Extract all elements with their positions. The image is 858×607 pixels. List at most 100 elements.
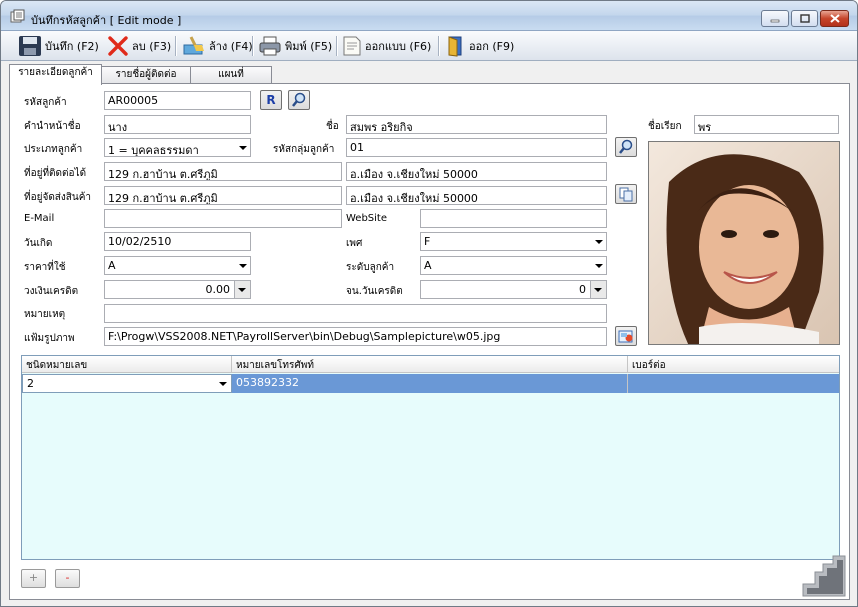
price-select[interactable]: A — [104, 256, 251, 275]
phone-grid: ชนิดหมายเลข หมายเลขโทรศัพท์ เบอร์ต่อ 2 0… — [21, 355, 840, 560]
customer-code-field[interactable]: AR00005 — [104, 91, 251, 110]
form-design-icon — [343, 36, 361, 56]
credit-limit-field[interactable]: 0.00 — [104, 280, 251, 299]
customer-level-label: ระดับลูกค้า — [346, 262, 395, 273]
design-label: ออกแบบ (F6) — [365, 40, 432, 53]
customer-type-select[interactable]: 1 = บุคคลธรรมดา — [104, 138, 251, 157]
credit-days-dropdown-button[interactable] — [590, 281, 606, 298]
phone-number-cell[interactable]: 053892332 — [232, 374, 628, 393]
column-header-extension[interactable]: เบอร์ต่อ — [628, 356, 839, 373]
photo-file-field[interactable]: F:\Progw\VSS2008.NET\PayrollServer\bin\D… — [104, 327, 607, 346]
customer-group-field[interactable]: 01 — [346, 138, 607, 157]
chevron-down-icon — [594, 288, 602, 292]
save-button[interactable]: บันทึก (F2) — [18, 34, 99, 58]
number-type-value: 2 — [27, 377, 34, 390]
phone-grid-header: ชนิดหมายเลข หมายเลขโทรศัพท์ เบอร์ต่อ — [22, 356, 839, 373]
chevron-down-icon — [595, 240, 603, 244]
table-row[interactable]: 2 053892332 — [22, 374, 839, 393]
clear-button[interactable]: ล้าง (F4) — [182, 34, 253, 58]
tab-contacts[interactable]: รายชื่อผู้ติดต่อ — [101, 66, 191, 84]
floppy-disk-icon — [19, 36, 41, 56]
chevron-down-icon — [238, 288, 246, 292]
birthdate-field[interactable]: 10/02/2510 — [104, 232, 251, 251]
window-title: บันทึกรหัสลูกค้า [ Edit mode ] — [31, 14, 182, 27]
maximize-button[interactable] — [791, 10, 818, 27]
r-label: R — [266, 93, 276, 107]
chevron-down-icon — [595, 264, 603, 268]
exit-button[interactable]: ออก (F9) — [446, 34, 514, 58]
birthdate-label: วันเกิด — [24, 238, 53, 249]
nickname-label: ชื่อเรียก — [648, 121, 682, 132]
delete-button[interactable]: ลบ (F3) — [107, 34, 171, 58]
minimize-button[interactable] — [761, 10, 789, 27]
contact-address-label: ที่อยู่ที่ติดต่อได้ — [24, 168, 87, 179]
print-button[interactable]: พิมพ์ (F5) — [258, 34, 332, 58]
exit-door-icon — [448, 36, 462, 57]
note-field[interactable] — [104, 304, 607, 323]
tab-customer-detail[interactable]: รายละเอียดลูกค้า — [9, 64, 102, 85]
search-icon — [292, 92, 306, 107]
name-field[interactable]: สมพร อริยกิจ — [346, 115, 607, 134]
contact-address-line2[interactable]: อ.เมือง จ.เชียงใหม่ 50000 — [346, 162, 607, 181]
remove-row-button[interactable]: - — [55, 569, 80, 588]
price-label: ราคาที่ใช้ — [24, 262, 66, 273]
title-bar: บันทึกรหัสลูกค้า [ Edit mode ] — [1, 1, 857, 31]
generate-code-button[interactable]: R — [260, 90, 282, 110]
sex-label: เพศ — [346, 238, 363, 249]
customer-level-select[interactable]: A — [420, 256, 607, 275]
column-header-number-type[interactable]: ชนิดหมายเลข — [22, 356, 232, 373]
chevron-down-icon — [239, 264, 247, 268]
save-label: บันทึก (F2) — [45, 40, 99, 53]
credit-limit-label: วงเงินเครดิต — [24, 286, 79, 297]
sex-select[interactable]: F — [420, 232, 607, 251]
print-label: พิมพ์ (F5) — [285, 40, 333, 53]
extension-cell[interactable] — [628, 374, 839, 393]
search-icon — [619, 139, 633, 154]
number-type-cell[interactable]: 2 — [22, 374, 232, 393]
customer-window: บันทึกรหัสลูกค้า [ Edit mode ] บันทึก (F… — [0, 0, 858, 607]
search-group-button[interactable] — [615, 137, 637, 157]
photo-file-label: แฟ้มรูปภาพ — [24, 333, 75, 344]
chevron-down-icon — [239, 146, 247, 150]
nickname-field[interactable]: พร — [694, 115, 839, 134]
app-icon — [10, 9, 25, 23]
copy-address-button[interactable] — [615, 184, 637, 204]
shipping-address-line2[interactable]: อ.เมือง จ.เชียงใหม่ 50000 — [346, 186, 607, 205]
prefix-field[interactable]: นาง — [104, 115, 251, 134]
minimize-icon — [770, 19, 780, 22]
email-field[interactable] — [104, 209, 342, 228]
tab-map[interactable]: แผนที่ — [190, 66, 272, 84]
sex-value: F — [424, 235, 431, 248]
copy-icon — [619, 187, 633, 202]
column-header-phone-number[interactable]: หมายเลขโทรศัพท์ — [232, 356, 628, 373]
add-row-button[interactable]: + — [21, 569, 46, 588]
website-label: WebSite — [346, 213, 388, 224]
maximize-icon — [799, 14, 810, 23]
customer-level-value: A — [424, 259, 432, 272]
shipping-address-label: ที่อยู่จัดส่งสินค้า — [24, 192, 92, 203]
email-label: E-Mail — [24, 213, 55, 224]
broom-icon — [183, 36, 204, 55]
search-customer-button[interactable] — [288, 90, 310, 110]
note-label: หมายเหตุ — [24, 309, 66, 320]
credit-days-label: จน.วันเครดิต — [346, 286, 403, 297]
design-button[interactable]: ออกแบบ (F6) — [342, 34, 431, 58]
website-field[interactable] — [420, 209, 607, 228]
close-icon — [829, 14, 840, 23]
customer-photo — [648, 141, 840, 345]
customer-detail-panel: รหัสลูกค้า AR00005 R คำนำหน้าชื่อ นาง ชื… — [9, 83, 850, 600]
delete-label: ลบ (F3) — [132, 40, 172, 53]
shipping-address-line1[interactable]: 129 ก.ฮาบ้าน ต.ศรีภูมิ — [104, 186, 342, 205]
resize-grip-icon[interactable] — [801, 554, 847, 598]
close-button[interactable] — [820, 10, 849, 27]
image-folder-icon — [618, 330, 633, 343]
red-x-icon — [108, 36, 128, 56]
browse-photo-button[interactable] — [615, 326, 637, 346]
toolbar: บันทึก (F2) ลบ (F3) ล้าง (F4) พิมพ์ (F5)… — [1, 31, 857, 61]
contact-address-line1[interactable]: 129 ก.ฮาบ้าน ต.ศรีภูมิ — [104, 162, 342, 181]
credit-days-field[interactable]: 0 — [420, 280, 607, 299]
credit-dropdown-button[interactable] — [234, 281, 250, 298]
customer-code-label: รหัสลูกค้า — [24, 97, 67, 108]
clear-label: ล้าง (F4) — [209, 40, 253, 53]
portrait-image — [649, 142, 839, 344]
